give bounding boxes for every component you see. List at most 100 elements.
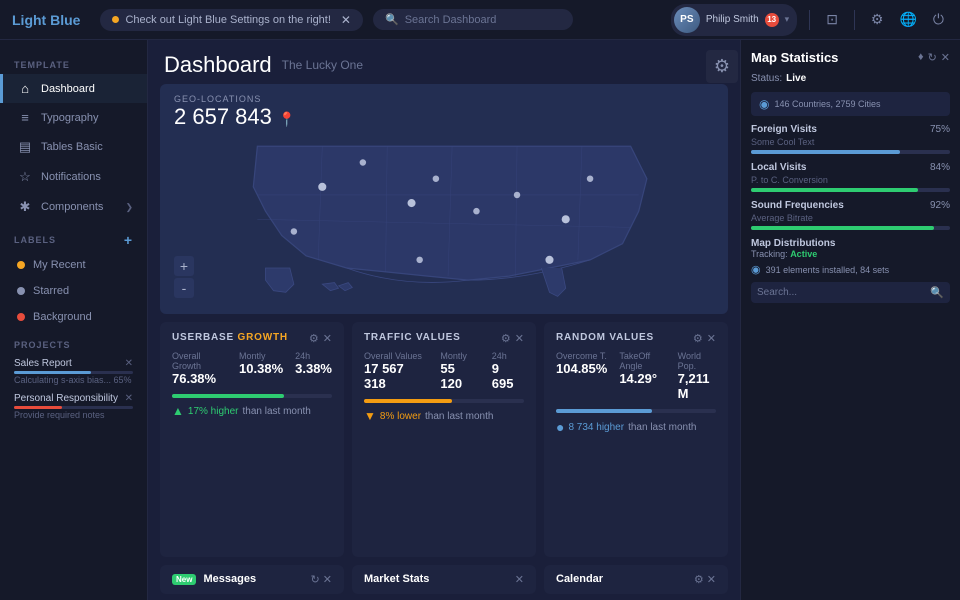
settings-gear-overlay[interactable]: ⚙ [706, 50, 738, 83]
add-label-button[interactable]: + [124, 232, 133, 248]
trend-value: 8% lower [380, 411, 421, 422]
label-dot-recent [17, 261, 25, 269]
stat-overall-values: Overall Values 17 567 318 [364, 351, 428, 391]
tab-close-icon[interactable]: ✕ [341, 13, 351, 27]
stat-sub: Average Bitrate [751, 213, 950, 223]
bookmark-icon[interactable]: ♦ [918, 51, 924, 64]
sidebar-item-typography[interactable]: ≡ Typography [0, 103, 147, 132]
trend-bar-fill [556, 409, 652, 413]
trend-bar-track [364, 399, 524, 403]
app-body: TEMPLATE ⌂ Dashboard ≡ Typography ▤ Tabl… [0, 40, 960, 600]
stat-block-foreign: Foreign Visits 75% Some Cool Text [751, 124, 950, 154]
settings-icon[interactable]: ⚙ [501, 332, 511, 345]
map-zoom: + - [174, 256, 194, 298]
bottom-row: New Messages ↻ ✕ Market Stats ✕ Calendar… [148, 557, 740, 600]
dot-icon: ● [556, 419, 564, 435]
card-userbase: USERBASE GROWTH ⚙ ✕ Overall Growth 76.38… [160, 322, 344, 557]
project-close-icon[interactable]: ✕ [125, 358, 133, 369]
power-icon[interactable]: ⏻ [929, 7, 948, 32]
panel-title: Map Statistics [751, 50, 838, 65]
sidebar-item-label: Tables Basic [41, 141, 103, 153]
right-panel: Map Statistics ♦ ↻ ✕ Status: Live ◉ 146 … [740, 40, 960, 600]
settings-icon[interactable]: ⚙ [694, 574, 704, 586]
panel-search-row[interactable]: Search... 🔍 [751, 282, 950, 303]
refresh-icon[interactable]: ↻ [311, 574, 320, 586]
refresh-icon[interactable]: ↻ [928, 51, 937, 64]
card-actions: ⚙ ✕ [309, 332, 332, 345]
sidebar-label-background[interactable]: Background [0, 304, 147, 330]
progress-fill [751, 150, 900, 154]
location-icon: ◉ [759, 97, 769, 111]
table-icon: ▤ [17, 139, 33, 155]
geo-count: 2 657 843 📍 [174, 104, 295, 130]
trend-value: 8 734 higher [568, 422, 624, 433]
stat-block-local: Local Visits 84% P. to C. Conversion [751, 162, 950, 192]
project-sales-report: Sales Report ✕ Calculating s-axis bias..… [0, 354, 147, 389]
monitor-icon[interactable]: ⊡ [822, 7, 842, 32]
close-icon[interactable]: ✕ [515, 574, 524, 586]
card-traffic: TRAFFIC VALUES ⚙ ✕ Overall Values 17 567… [352, 322, 536, 557]
close-icon[interactable]: ✕ [707, 574, 716, 586]
panel-search-button[interactable]: 🔍 [930, 286, 944, 299]
separator [809, 10, 810, 30]
stat-world-pop: World Pop. 7,211 M [678, 351, 716, 401]
nav-tab[interactable]: Check out Light Blue Settings on the rig… [100, 9, 363, 31]
page-subtitle: The Lucky One [282, 58, 363, 72]
search-placeholder: Search Dashboard [405, 14, 497, 26]
project-name-label: Personal Responsibility [14, 393, 118, 404]
tab-label: Check out Light Blue Settings on the rig… [125, 14, 330, 26]
distributions-sub: Tracking: Active [751, 249, 950, 259]
pin-icon: 📍 [278, 111, 295, 127]
sidebar-label-my-recent[interactable]: My Recent [0, 252, 147, 278]
label-text: Background [33, 311, 92, 323]
user-pill[interactable]: PS Philip Smith 13 ▾ [671, 4, 797, 36]
close-icon[interactable]: ✕ [515, 332, 524, 345]
stat-sub: Some Cool Text [751, 137, 950, 147]
sidebar-label-starred[interactable]: Starred [0, 278, 147, 304]
arrow-down-icon: ▼ [364, 409, 376, 423]
zoom-out-button[interactable]: - [174, 278, 194, 298]
stat-overall-growth: Overall Growth 76.38% [172, 351, 227, 386]
card-actions: ⚙ ✕ [693, 332, 716, 345]
close-icon[interactable]: ✕ [323, 332, 332, 345]
sidebar-item-notifications[interactable]: ☆ Notifications [0, 162, 147, 192]
app-logo: Light Blue [12, 12, 80, 28]
project-name-label: Sales Report [14, 358, 72, 369]
label-text: Starred [33, 285, 69, 297]
stat-pct: 75% [930, 124, 950, 135]
stat-title: Sound Frequencies [751, 200, 844, 211]
zoom-in-button[interactable]: + [174, 256, 194, 276]
settings-icon[interactable]: ⚙ [693, 332, 703, 345]
sidebar: TEMPLATE ⌂ Dashboard ≡ Typography ▤ Tabl… [0, 40, 148, 600]
sidebar-item-tables[interactable]: ▤ Tables Basic [0, 132, 147, 162]
labels-section: LABELS + [0, 222, 147, 252]
project-close-icon[interactable]: ✕ [125, 393, 133, 404]
tab-dot [112, 16, 119, 23]
close-icon[interactable]: ✕ [707, 332, 716, 345]
bottom-card-market: Market Stats ✕ [352, 565, 536, 594]
close-icon[interactable]: ✕ [323, 574, 332, 586]
trend-text: than last month [425, 411, 493, 422]
top-nav: Light Blue Check out Light Blue Settings… [0, 0, 960, 40]
search-bar[interactable]: 🔍 Search Dashboard [373, 9, 573, 30]
globe-icon[interactable]: 🌐 [895, 7, 920, 32]
trend-bar-track [556, 409, 716, 413]
market-title: Market Stats [364, 573, 429, 585]
label-text: My Recent [33, 259, 86, 271]
sidebar-item-label: Dashboard [41, 83, 95, 95]
home-icon: ⌂ [17, 81, 33, 96]
settings-icon[interactable]: ⚙ [867, 7, 888, 32]
trend-indicator: ● 8 734 higher than last month [556, 419, 716, 435]
trend-indicator: ▲ 17% higher than last month [172, 404, 332, 418]
stat-takeoff: TakeOff Angle 14.29° [619, 351, 665, 401]
trend-text: than last month [628, 422, 696, 433]
stat-block-sound: Sound Frequencies 92% Average Bitrate [751, 200, 950, 230]
card-title-traffic: TRAFFIC VALUES [364, 332, 461, 343]
close-icon[interactable]: ✕ [941, 51, 950, 64]
settings-icon[interactable]: ⚙ [309, 332, 319, 345]
stat-overcome: Overcome T. 104.85% [556, 351, 607, 401]
components-icon: ✱ [17, 199, 33, 215]
sidebar-item-dashboard[interactable]: ⌂ Dashboard [0, 74, 147, 103]
sidebar-item-components[interactable]: ✱ Components ❯ [0, 192, 147, 222]
trend-bar-fill [172, 394, 284, 398]
